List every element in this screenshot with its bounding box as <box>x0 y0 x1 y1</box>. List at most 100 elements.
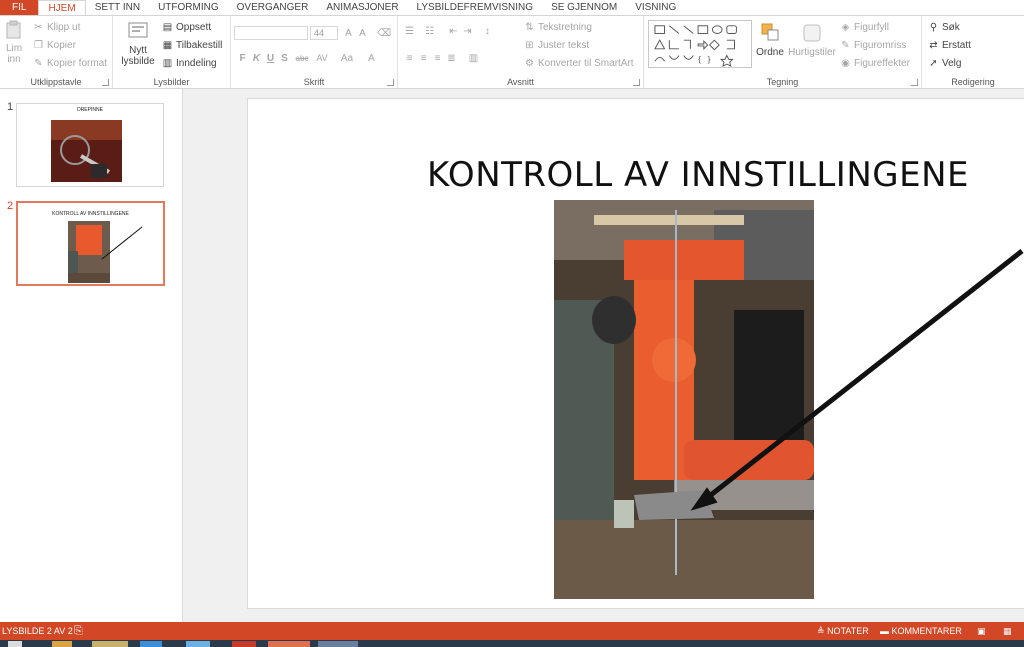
tab-insert[interactable]: SETT INN <box>86 0 149 15</box>
slides-group-label: Lysbilder <box>153 77 190 87</box>
taskbar-app-icon[interactable] <box>268 641 310 647</box>
font-dialog-launcher-icon[interactable] <box>387 79 394 86</box>
reset-icon: ▦ <box>162 40 173 51</box>
replace-button[interactable]: ⇄ Erstatt <box>928 40 971 51</box>
ribbon: Lim inn ✂ Klipp ut ❐ Kopier ✎ Kopier for… <box>0 15 1024 89</box>
start-icon[interactable] <box>8 641 22 647</box>
layout-label: Oppsett <box>176 22 212 33</box>
status-bar: LYSBILDE 2 AV 2 ⎘ ≜ NOTATER ▬ KOMMENTARE… <box>0 622 1024 640</box>
font-name-field[interactable] <box>234 26 308 40</box>
paragraph-dialog-launcher-icon[interactable] <box>633 79 640 86</box>
shapes-gallery[interactable]: { } <box>648 20 752 68</box>
layout-button[interactable]: ▤ Oppsett <box>162 22 211 33</box>
pointer-arrow[interactable] <box>248 99 1024 609</box>
section-button[interactable]: ▥ Inndeling <box>162 58 217 69</box>
dialog-launcher-icon[interactable] <box>102 79 109 86</box>
taskbar-app-icon[interactable] <box>92 641 128 647</box>
tab-review[interactable]: SE GJENNOM <box>542 0 626 15</box>
text-direction-button[interactable]: ⇅ Tekstretning <box>524 22 592 33</box>
paste-button[interactable]: Lim inn <box>3 20 25 65</box>
smartart-button[interactable]: ⚙ Konverter til SmartArt <box>524 58 634 69</box>
shape-outline-button[interactable]: ✎ Figuromriss <box>840 40 906 51</box>
pen-icon: ✎ <box>841 40 850 51</box>
format-painter-button[interactable]: ✎ Kopier format <box>33 58 107 69</box>
arrange-icon <box>761 23 779 41</box>
justify-icon[interactable]: ≣ <box>446 53 457 64</box>
drawing-dialog-launcher-icon[interactable] <box>911 79 918 86</box>
cut-label: Klipp ut <box>47 22 81 33</box>
shrink-font-icon[interactable]: A <box>357 28 368 39</box>
slide-thumbnail-1[interactable]: DREPINNE <box>16 103 164 187</box>
scissors-icon: ✂ <box>34 22 43 33</box>
font-color-button[interactable]: A <box>366 53 377 64</box>
section-label: Inndeling <box>176 58 217 69</box>
spell-check-icon[interactable]: ⎘ <box>74 622 83 640</box>
quick-styles-label: Hurtigstiler <box>788 47 836 58</box>
copy-button[interactable]: ❐ Kopier <box>33 40 76 51</box>
taskbar-app-icon[interactable] <box>318 641 358 647</box>
tab-home[interactable]: HJEM <box>38 0 86 15</box>
slide-sorter-view-icon[interactable]: ▦ <box>1003 622 1012 640</box>
paste-label-2: inn <box>7 54 21 65</box>
text-direction-icon: ⇅ <box>525 22 534 33</box>
copy-icon: ❐ <box>34 40 43 51</box>
arrange-button[interactable]: Ordne <box>754 22 786 58</box>
italic-button[interactable]: K <box>251 53 262 64</box>
select-button[interactable]: ➚ Velg <box>928 58 961 69</box>
shape-outline-label: Figuromriss <box>854 40 907 51</box>
reset-button[interactable]: ▦ Tilbakestill <box>162 40 223 51</box>
align-text-label: Juster tekst <box>538 40 590 51</box>
shape-fill-button[interactable]: ◈ Figurfyll <box>840 22 889 33</box>
taskbar-app-icon[interactable] <box>140 641 162 647</box>
decrease-indent-icon[interactable]: ⇤ <box>448 26 459 37</box>
taskbar-app-icon[interactable] <box>52 641 72 647</box>
notes-icon: ≜ <box>817 626 825 636</box>
clipboard-group: Lim inn ✂ Klipp ut ❐ Kopier ✎ Kopier for… <box>0 16 113 88</box>
tab-view[interactable]: VISNING <box>626 0 685 15</box>
current-slide[interactable]: KONTROLL AV INNSTILLINGENE <box>247 98 1024 609</box>
bullets-icon[interactable]: ☰ <box>404 26 415 37</box>
tab-transitions[interactable]: OVERGANGER <box>228 0 318 15</box>
increase-indent-icon[interactable]: ⇥ <box>462 26 473 37</box>
tab-animations[interactable]: ANIMASJONER <box>317 0 407 15</box>
align-right-icon[interactable]: ≡ <box>432 53 443 64</box>
shape-effects-button[interactable]: ◉ Figureffekter <box>840 58 910 69</box>
shadow-button[interactable]: S <box>279 53 290 64</box>
align-left-icon[interactable]: ≡ <box>404 53 415 64</box>
font-size-field[interactable]: 44 <box>310 26 338 40</box>
smartart-label: Konverter til SmartArt <box>538 58 634 69</box>
strikethrough-button[interactable]: abc <box>293 53 311 64</box>
bold-button[interactable]: F <box>237 53 248 64</box>
notes-button[interactable]: ≜ NOTATER <box>817 622 869 640</box>
arrange-label: Ordne <box>756 47 784 58</box>
tab-design[interactable]: UTFORMING <box>149 0 228 15</box>
numbering-icon[interactable]: ☷ <box>424 26 435 37</box>
find-button[interactable]: ⚲ Søk <box>928 22 960 33</box>
smartart-icon: ⚙ <box>525 58 534 69</box>
grow-font-icon[interactable]: A <box>343 28 354 39</box>
comment-icon: ▬ <box>880 626 889 636</box>
align-center-icon[interactable]: ≡ <box>418 53 429 64</box>
replace-label: Erstatt <box>942 40 971 51</box>
slide-counter: LYSBILDE 2 AV 2 <box>2 626 73 636</box>
slide-thumbnail-2[interactable]: KONTROLL AV INNSTILLINGENE <box>16 201 165 286</box>
select-label: Velg <box>942 58 962 69</box>
line-spacing-icon[interactable]: ↕ <box>482 26 493 37</box>
change-case-button[interactable]: Aa <box>339 53 355 64</box>
binoculars-icon: ⚲ <box>929 22 938 33</box>
tab-slideshow[interactable]: LYSBILDEFREMVISNING <box>408 0 543 15</box>
comments-button[interactable]: ▬ KOMMENTARER <box>880 622 962 640</box>
align-text-button[interactable]: ⊞ Juster tekst <box>524 40 589 51</box>
taskbar-app-icon[interactable] <box>186 641 210 647</box>
columns-icon[interactable]: ▥ <box>468 53 479 64</box>
underline-button[interactable]: U <box>265 53 276 64</box>
normal-view-icon[interactable]: ▣ <box>977 622 986 640</box>
cut-button[interactable]: ✂ Klipp ut <box>33 22 80 33</box>
new-slide-button[interactable]: Nytt lysbilde <box>117 20 159 67</box>
quick-styles-button[interactable]: Hurtigstiler <box>788 22 836 58</box>
tab-file[interactable]: FIL <box>0 0 39 15</box>
character-spacing-button[interactable]: AV <box>314 53 330 64</box>
thumbnail-2-arrow <box>101 226 143 260</box>
taskbar-app-icon[interactable] <box>232 641 256 647</box>
clear-formatting-icon[interactable]: ⌫ <box>377 28 391 39</box>
